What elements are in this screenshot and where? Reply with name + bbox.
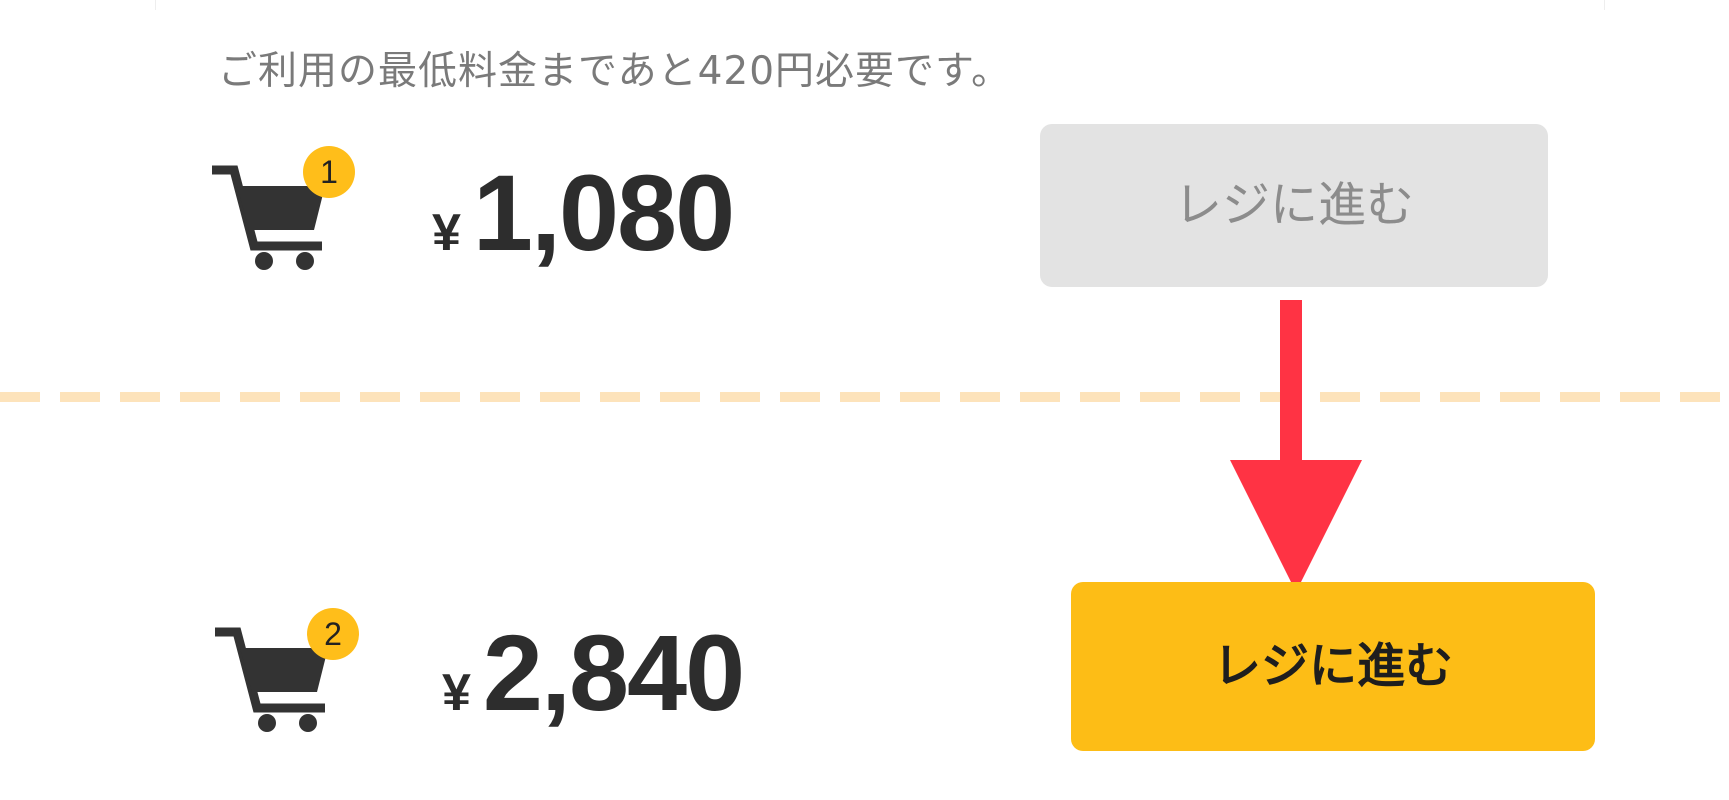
total-amount: 2,840 — [482, 612, 745, 733]
cart-summary-after[interactable]: 2 — [213, 608, 359, 738]
cart-count-badge: 2 — [307, 608, 359, 660]
panel-top-edge — [155, 0, 1605, 10]
cart-total-after: ¥2,840 — [442, 610, 745, 735]
currency-symbol: ¥ — [442, 664, 471, 722]
cart-total-before: ¥1,080 — [432, 150, 735, 275]
cart-count-badge: 1 — [303, 146, 355, 198]
minimum-charge-notice: ご利用の最低料金まであと420円必要です。 — [218, 49, 1012, 94]
checkout-button-disabled[interactable]: レジに進む — [1040, 124, 1548, 287]
checkout-button-enabled[interactable]: レジに進む — [1071, 582, 1595, 751]
arrow-down-icon — [1230, 300, 1362, 592]
cart-summary-before[interactable]: 1 — [210, 146, 355, 276]
comparison-screen: ご利用の最低料金まであと420円必要です。 1 ¥1,080 レジに進む 2 ¥… — [0, 0, 1729, 800]
currency-symbol: ¥ — [432, 204, 461, 262]
section-divider — [0, 392, 1729, 402]
total-amount: 1,080 — [472, 152, 735, 273]
